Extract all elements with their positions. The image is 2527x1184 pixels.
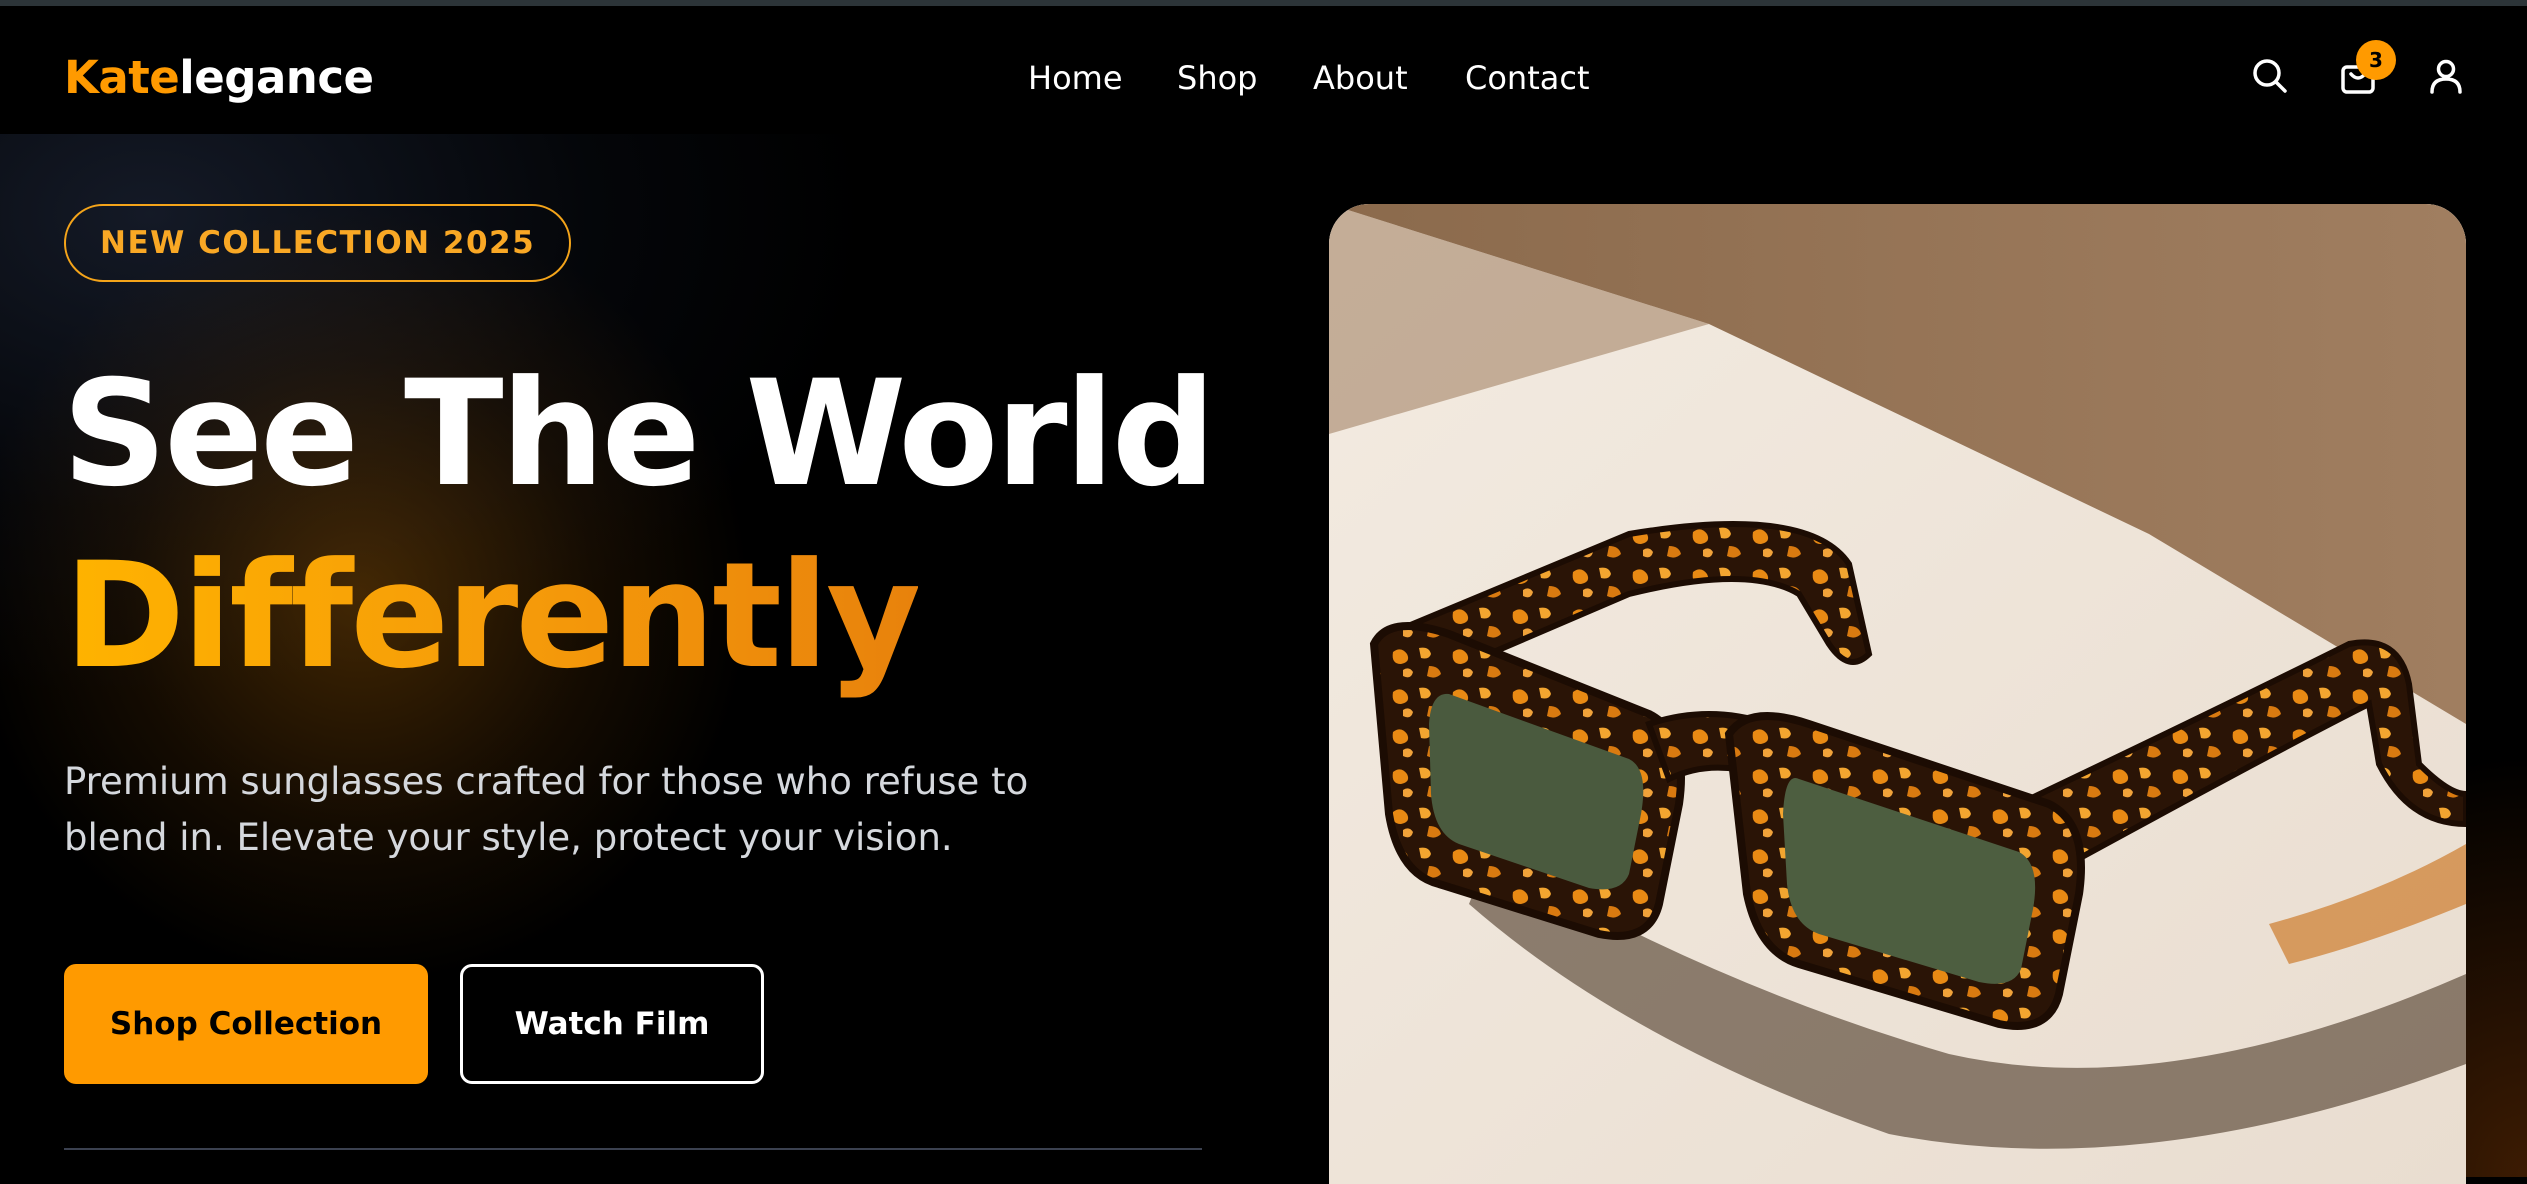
hero-divider — [64, 1148, 1202, 1150]
shop-collection-button[interactable]: Shop Collection — [64, 964, 428, 1084]
hero-section: NEW COLLECTION 2025 See The World Differ… — [0, 134, 2527, 1184]
watch-film-button[interactable]: Watch Film — [460, 964, 764, 1084]
brand-logo-part1: Kate — [64, 51, 180, 104]
nav-shop-link[interactable]: Shop — [1177, 56, 1257, 100]
search-button[interactable] — [2244, 50, 2296, 102]
hero-description: Premium sunglasses crafted for those who… — [64, 760, 1029, 859]
hero-headline-line1: See The World — [62, 349, 1216, 519]
cart-count-badge: 3 — [2356, 40, 2396, 80]
account-button[interactable] — [2420, 50, 2472, 102]
brand-logo[interactable]: Katelegance — [64, 50, 374, 106]
cart-button[interactable]: 3 — [2332, 40, 2396, 102]
hero-headline-line2: Differently — [64, 526, 921, 706]
hero-product-image — [1329, 204, 2466, 1184]
collection-tag: NEW COLLECTION 2025 — [64, 204, 572, 282]
nav-about-link[interactable]: About — [1313, 56, 1408, 100]
sunglasses-illustration — [1329, 204, 2466, 1184]
nav-home-link[interactable]: Home — [1028, 56, 1123, 100]
nav-contact-link[interactable]: Contact — [1465, 56, 1590, 100]
user-icon — [2430, 59, 2462, 94]
search-icon — [2253, 59, 2287, 93]
brand-logo-part2: legance — [179, 51, 374, 104]
site-header: Katelegance Home Shop About Contact 3 — [0, 6, 2527, 134]
